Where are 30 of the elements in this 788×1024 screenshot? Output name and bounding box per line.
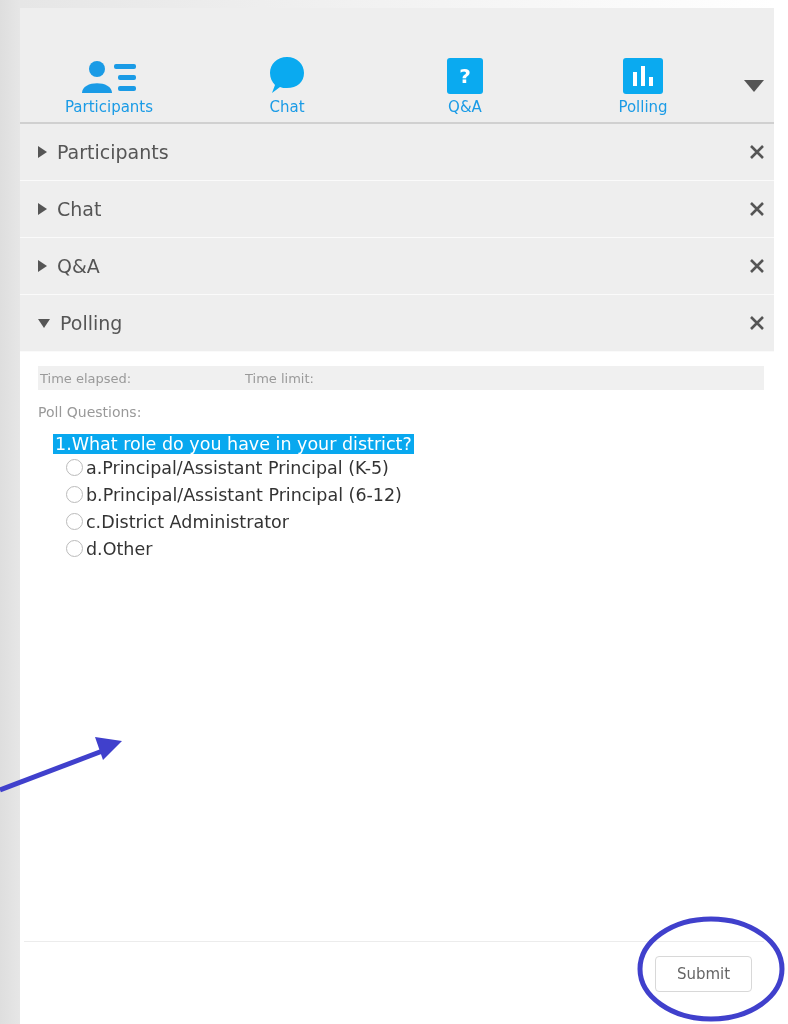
close-icon[interactable] [750, 316, 764, 330]
section-header[interactable]: Chat [20, 181, 774, 238]
bar-chart-icon [623, 58, 663, 94]
collapsed-triangle-icon [38, 203, 47, 215]
expanded-triangle-icon [38, 318, 50, 328]
section-title: Polling [60, 312, 124, 334]
radio-option[interactable]: d.Other [66, 535, 153, 562]
radio-option[interactable]: a.Principal/Assistant Principal (K-5) [66, 454, 389, 481]
section-title: Q&A [57, 255, 101, 277]
section-title: Chat [57, 198, 103, 220]
poll-questions-heading: Poll Questions: [38, 404, 143, 420]
radio-option[interactable]: b.Principal/Assistant Principal (6-12) [66, 481, 402, 508]
submit-button[interactable]: Submit [655, 956, 752, 992]
section-header[interactable]: Polling [20, 295, 774, 352]
collapsed-triangle-icon [38, 260, 47, 272]
poll-question: 1.What role do you have in your district? [53, 434, 414, 454]
participants-icon [80, 60, 138, 94]
time-limit-label: Time limit: [245, 370, 314, 386]
close-icon[interactable] [750, 259, 764, 273]
section-header[interactable]: Q&A [20, 238, 774, 295]
dropdown-triangle-icon[interactable] [744, 80, 764, 92]
time-elapsed-label: Time elapsed: [40, 370, 133, 386]
section-title: Participants [57, 141, 170, 163]
section-header[interactable]: Participants [20, 124, 774, 181]
close-icon[interactable] [750, 202, 764, 216]
close-icon[interactable] [750, 145, 764, 159]
radio-option[interactable]: c.District Administrator [66, 508, 289, 535]
help-icon: ? [447, 58, 483, 94]
speech-bubble-icon [269, 56, 305, 94]
collapsed-triangle-icon [38, 146, 47, 158]
